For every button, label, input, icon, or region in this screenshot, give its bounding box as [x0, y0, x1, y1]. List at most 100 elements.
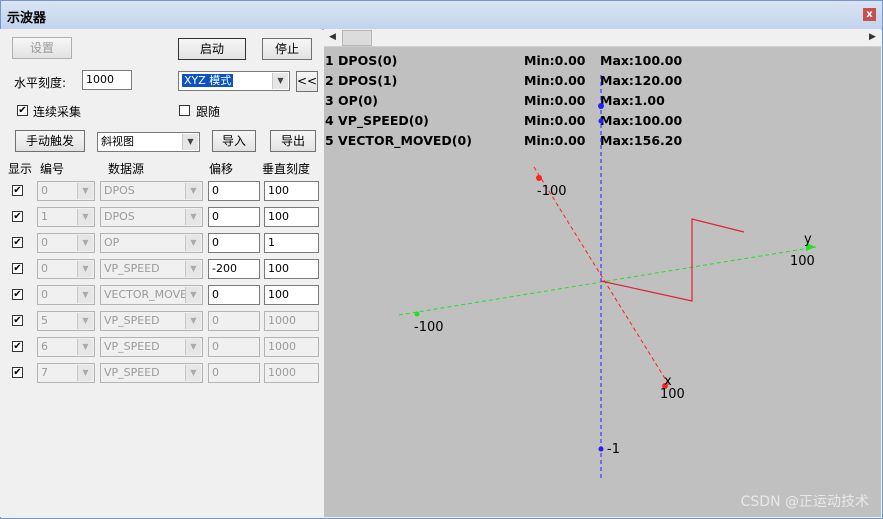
row-show-checkbox[interactable]: ✔	[12, 211, 23, 222]
continuous-checkbox[interactable]: ✔	[17, 105, 28, 116]
legend-min: Min:0.00	[524, 113, 586, 128]
chevron-down-icon[interactable]: ▼	[77, 365, 93, 381]
row-index-select[interactable]: 0 ▼	[37, 233, 95, 253]
row-index-value: 5	[41, 314, 48, 327]
row-index-value: 1	[41, 210, 48, 223]
row-vscale-input[interactable]: 1000	[264, 363, 319, 383]
stop-button[interactable]: 停止	[262, 38, 312, 60]
row-offset-input[interactable]: 0	[208, 311, 260, 331]
horizontal-scrollbar[interactable]: ◀ ▶	[324, 29, 881, 47]
row-source-select[interactable]: DPOS ▼	[100, 207, 203, 227]
y-pos-tick: 100	[790, 254, 815, 269]
row-index-value: 7	[41, 366, 48, 379]
row-show-checkbox[interactable]: ✔	[12, 237, 23, 248]
row-show-checkbox[interactable]: ✔	[12, 263, 23, 274]
row-index-select[interactable]: 0 ▼	[37, 285, 95, 305]
row-source-value: DPOS	[104, 184, 135, 197]
x-neg-tick: -100	[537, 184, 567, 199]
chevron-down-icon[interactable]: ▼	[185, 261, 201, 277]
y-neg-tick: -100	[414, 320, 444, 335]
scroll-left-icon[interactable]: ◀	[325, 30, 340, 45]
chevron-down-icon[interactable]: ▼	[182, 134, 198, 150]
row-source-select[interactable]: OP ▼	[100, 233, 203, 253]
row-show-checkbox[interactable]: ✔	[12, 315, 23, 326]
close-button[interactable]: x	[863, 8, 876, 21]
chevron-down-icon[interactable]: ▼	[185, 313, 201, 329]
row-source-value: DPOS	[104, 210, 135, 223]
row-vscale-input[interactable]: 100	[264, 259, 319, 279]
legend-max: Max:156.20	[600, 133, 682, 148]
row-index-select[interactable]: 0 ▼	[37, 259, 95, 279]
chevron-down-icon[interactable]: ▼	[77, 261, 93, 277]
row-vscale-input[interactable]: 100	[264, 285, 319, 305]
chevron-down-icon[interactable]: ▼	[77, 287, 93, 303]
y-neg-marker	[414, 311, 420, 317]
mode-select[interactable]: XYZ 模式 ▼	[178, 71, 290, 91]
export-button[interactable]: 导出	[270, 130, 316, 152]
chevron-down-icon[interactable]: ▼	[272, 73, 288, 89]
x-neg-marker	[536, 175, 542, 181]
row-vscale-input[interactable]: 1	[264, 233, 319, 253]
row-source-value: VECTOR_MOVED	[104, 288, 196, 301]
row-show-checkbox[interactable]: ✔	[12, 341, 23, 352]
col-header-offset: 偏移	[209, 162, 234, 176]
chevron-down-icon[interactable]: ▼	[185, 287, 201, 303]
start-button[interactable]: 启动	[178, 38, 246, 60]
row-source-value: VP_SPEED	[104, 262, 160, 275]
import-button[interactable]: 导入	[212, 130, 256, 152]
settings-button[interactable]: 设置	[12, 37, 72, 59]
row-source-value: OP	[104, 236, 120, 249]
follow-checkbox[interactable]	[179, 105, 190, 116]
legend-min: Min:0.00	[524, 133, 586, 148]
y-axis-line	[398, 246, 817, 316]
chevron-down-icon[interactable]: ▼	[185, 339, 201, 355]
chevron-down-icon[interactable]: ▼	[77, 183, 93, 199]
y-axis-label: y	[804, 232, 812, 247]
chevron-down-icon[interactable]: ▼	[185, 209, 201, 225]
chevron-down-icon[interactable]: ▼	[185, 235, 201, 251]
chevron-down-icon[interactable]: ▼	[77, 209, 93, 225]
chevron-down-icon[interactable]: ▼	[77, 313, 93, 329]
row-vscale-input[interactable]: 1000	[264, 311, 319, 331]
chevron-down-icon[interactable]: ▼	[77, 235, 93, 251]
legend-min: Min:0.00	[524, 73, 586, 88]
row-index-select[interactable]: 5 ▼	[37, 311, 95, 331]
chevron-down-icon[interactable]: ▼	[77, 339, 93, 355]
scroll-right-icon[interactable]: ▶	[865, 30, 880, 45]
row-index-select[interactable]: 7 ▼	[37, 363, 95, 383]
manual-trigger-button[interactable]: 手动触发	[15, 130, 85, 152]
legend-min: Min:0.00	[524, 93, 586, 108]
row-index-select[interactable]: 0 ▼	[37, 181, 95, 201]
row-offset-input[interactable]: 0	[208, 285, 260, 305]
row-index-select[interactable]: 6 ▼	[37, 337, 95, 357]
row-vscale-input[interactable]: 1000	[264, 337, 319, 357]
view-select[interactable]: 斜视图 ▼	[97, 132, 200, 152]
legend-name: 2 DPOS(1)	[325, 73, 397, 88]
row-source-select[interactable]: VP_SPEED ▼	[100, 259, 203, 279]
row-show-checkbox[interactable]: ✔	[12, 367, 23, 378]
row-offset-input[interactable]: 0	[208, 181, 260, 201]
x-pos-tick: 100	[660, 387, 685, 402]
legend-max: Max:1.00	[600, 93, 665, 108]
row-source-select[interactable]: VECTOR_MOVED ▼	[100, 285, 203, 305]
row-offset-input[interactable]: 0	[208, 233, 260, 253]
chevron-down-icon[interactable]: ▼	[185, 365, 201, 381]
row-offset-input[interactable]: 0	[208, 363, 260, 383]
scrollbar-thumb[interactable]	[342, 30, 372, 46]
chevron-down-icon[interactable]: ▼	[185, 183, 201, 199]
collapse-button[interactable]: <<	[296, 71, 318, 92]
row-show-checkbox[interactable]: ✔	[12, 289, 23, 300]
row-source-select[interactable]: DPOS ▼	[100, 181, 203, 201]
row-vscale-input[interactable]: 100	[264, 181, 319, 201]
row-source-select[interactable]: VP_SPEED ▼	[100, 311, 203, 331]
row-offset-input[interactable]: 0	[208, 207, 260, 227]
row-source-select[interactable]: VP_SPEED ▼	[100, 363, 203, 383]
row-source-select[interactable]: VP_SPEED ▼	[100, 337, 203, 357]
row-vscale-input[interactable]: 100	[264, 207, 319, 227]
row-offset-input[interactable]: 0	[208, 337, 260, 357]
row-show-checkbox[interactable]: ✔	[12, 185, 23, 196]
row-index-select[interactable]: 1 ▼	[37, 207, 95, 227]
x-axis-label: x	[664, 374, 672, 389]
hscale-input[interactable]: 1000	[82, 70, 132, 90]
row-offset-input[interactable]: -200	[208, 259, 260, 279]
